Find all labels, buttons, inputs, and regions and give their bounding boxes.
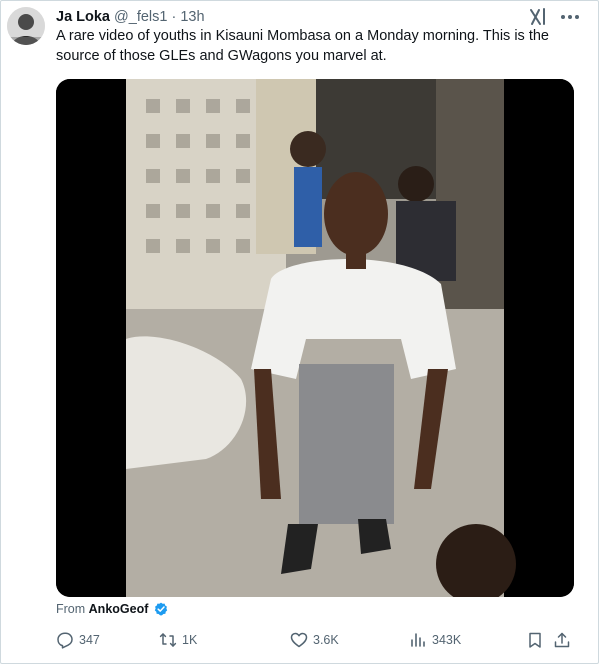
author-name[interactable]: Ja Loka bbox=[56, 9, 110, 25]
author-handle[interactable]: @_fels1 bbox=[114, 9, 167, 25]
like-button[interactable]: 3.6K bbox=[290, 629, 339, 651]
reply-button[interactable]: 347 bbox=[56, 629, 100, 651]
separator-dot: · bbox=[171, 9, 177, 25]
tweet-header: Ja Loka @_fels1 · 13h bbox=[56, 8, 205, 26]
reply-icon bbox=[57, 632, 73, 649]
timestamp[interactable]: 13h bbox=[180, 9, 204, 25]
tweet-text: A rare video of youths in Kisauni Mombas… bbox=[56, 28, 549, 64]
grok-icon[interactable] bbox=[527, 6, 549, 28]
views-icon bbox=[411, 633, 425, 647]
attribution-prefix: From bbox=[56, 602, 86, 616]
video-player[interactable] bbox=[56, 79, 574, 597]
tweet-actions: 347 1K 3.6K 343K bbox=[56, 629, 576, 651]
avatar[interactable] bbox=[7, 7, 45, 45]
bookmark-icon bbox=[529, 632, 541, 648]
share-icon bbox=[554, 632, 570, 648]
attribution-account[interactable]: AnkoGeof bbox=[89, 602, 149, 616]
bookmark-button[interactable] bbox=[526, 629, 544, 651]
share-button[interactable] bbox=[553, 629, 571, 651]
like-count: 3.6K bbox=[313, 633, 339, 647]
views-count: 343K bbox=[432, 633, 462, 647]
repost-count: 1K bbox=[182, 633, 198, 647]
video-frame bbox=[56, 79, 574, 597]
video-attribution: From AnkoGeof bbox=[56, 601, 168, 617]
like-icon bbox=[290, 632, 308, 648]
repost-button[interactable]: 1K bbox=[159, 629, 197, 651]
more-icon[interactable] bbox=[558, 6, 582, 28]
reply-count: 347 bbox=[79, 633, 100, 647]
views-button[interactable]: 343K bbox=[409, 629, 461, 651]
verified-badge-icon bbox=[154, 602, 168, 616]
repost-icon bbox=[159, 633, 177, 647]
tweet-card[interactable]: Ja Loka @_fels1 · 13h A rare video of yo… bbox=[0, 0, 599, 664]
